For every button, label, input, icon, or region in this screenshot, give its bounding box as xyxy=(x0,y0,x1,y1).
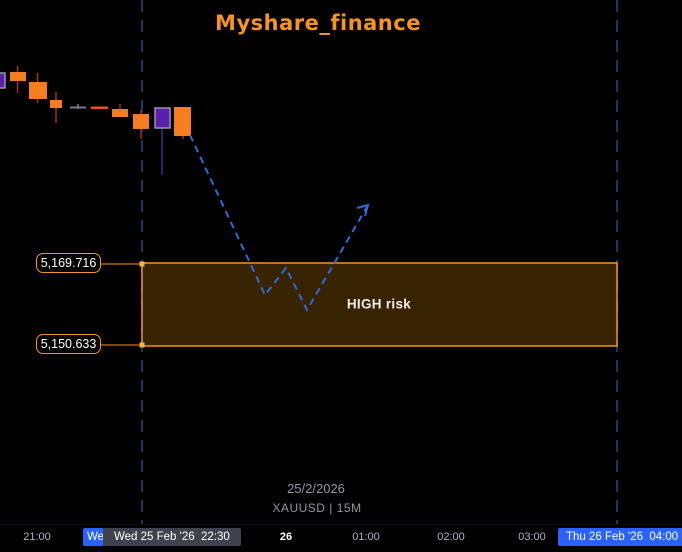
chart-panel: Myshare_finance 5,169.716 5,150.633 HIGH… xyxy=(0,0,682,552)
watermark-date: 25/2/2026 xyxy=(287,481,345,496)
time-tick-label: 02:00 xyxy=(437,531,465,543)
time-marker-left-blue: We xyxy=(83,528,104,546)
time-tick-label: 26 xyxy=(279,531,293,543)
candlestick-chart-canvas xyxy=(0,0,618,525)
price-label-zone-bottom[interactable]: 5,150.633 xyxy=(36,334,101,354)
candlestick xyxy=(29,82,47,99)
candlestick xyxy=(133,114,149,129)
candlestick xyxy=(91,106,108,109)
candlestick xyxy=(174,107,191,136)
crosshair-time-tooltip: Wed 25 Feb '26 22:30 xyxy=(103,528,241,546)
candlestick xyxy=(154,107,171,129)
chart-title: Myshare_finance xyxy=(215,11,421,35)
candlestick xyxy=(50,100,62,108)
time-tick-label: 03:00 xyxy=(518,531,546,543)
time-tick-label: 01:00 xyxy=(352,531,380,543)
zone-anchor-handle[interactable] xyxy=(139,261,145,267)
risk-zone-label: HIGH risk xyxy=(346,296,412,312)
candlestick xyxy=(70,106,86,109)
candlestick xyxy=(112,109,128,117)
candlestick xyxy=(0,72,6,89)
price-label-zone-top[interactable]: 5,169.716 xyxy=(36,253,101,273)
time-tick-label: 21:00 xyxy=(23,531,51,543)
watermark-symbol-timeframe: XAUUSD | 15M xyxy=(272,501,362,515)
candlestick xyxy=(10,72,26,81)
zone-anchor-handle[interactable] xyxy=(139,342,145,348)
time-marker-right-blue: Thu 26 Feb '26 04:00 xyxy=(558,528,682,546)
